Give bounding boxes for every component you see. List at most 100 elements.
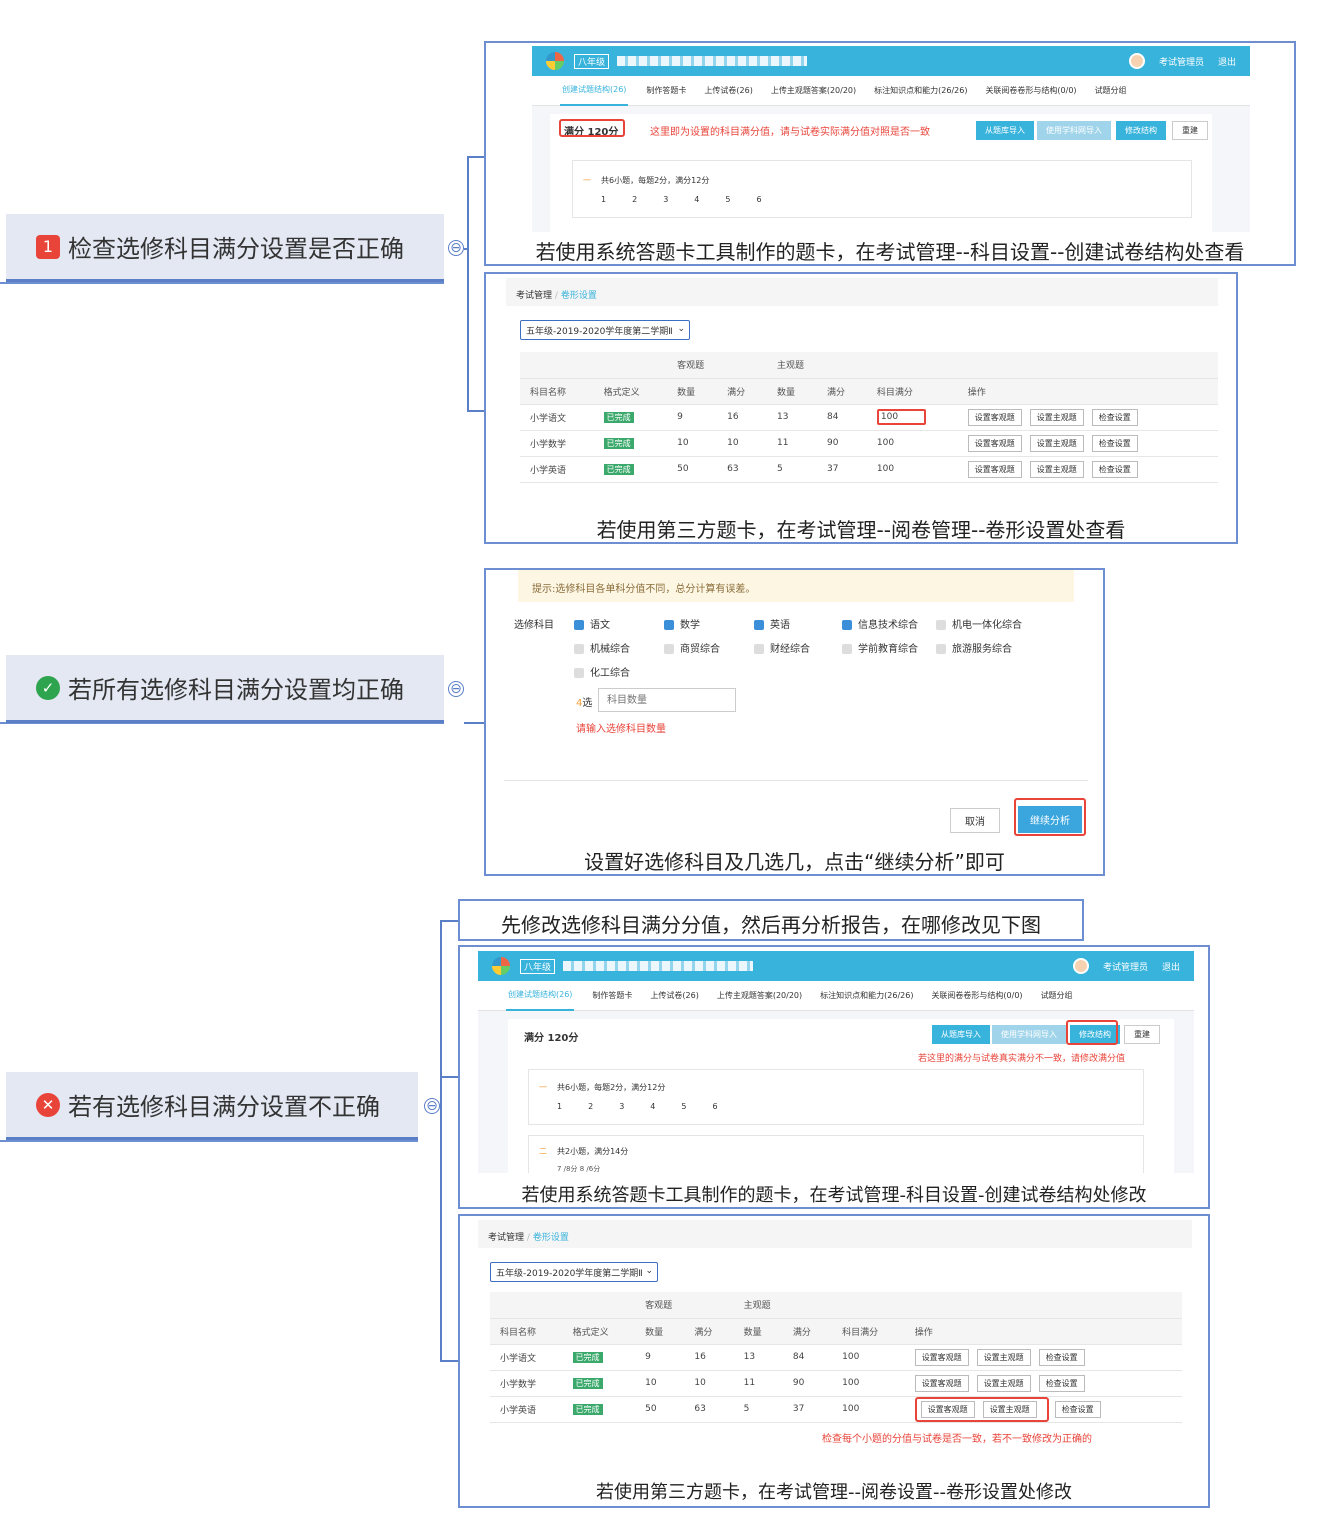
question-num[interactable]: 5 [681, 1102, 686, 1111]
breadcrumb-root[interactable]: 考试管理 [488, 1233, 524, 1243]
subject-checkbox[interactable]: 化工综合 [574, 664, 630, 688]
subject-name: 小学语文 [520, 404, 594, 431]
subject-total-input[interactable]: 100 [876, 409, 927, 425]
chevron-down-icon: ⌄ [677, 324, 685, 334]
table-row: 小学数学 已完成 10 10 11 90 100 设置客观题 设置主观题 检查设置 [490, 1370, 1182, 1397]
elective-label: 选修科目 [514, 620, 554, 631]
question-num[interactable]: 5 [725, 195, 730, 204]
exam-select[interactable]: 五年级-2019-2020学年度第二学期Ⅱ ⌄ [520, 320, 690, 340]
node-underline-3 [0, 1140, 418, 1142]
subject-checkbox[interactable]: 学前教育综合 [842, 640, 936, 664]
set-subjective-button[interactable]: 设置主观题 [1029, 460, 1084, 478]
tab-knowledge[interactable]: 标注知识点和能力(26/26) [874, 85, 967, 96]
breadcrumb-root[interactable]: 考试管理 [516, 291, 552, 301]
question-num[interactable]: 4 [694, 195, 699, 204]
note-modify-score: 若这里的满分与试卷真实满分不一致，请修改满分值 [918, 1054, 1126, 1064]
check-settings-button[interactable]: 检查设置 [1091, 460, 1138, 478]
set-objective-button[interactable]: 设置客观题 [967, 408, 1022, 426]
question-num[interactable]: 6 [756, 195, 761, 204]
screenshot-create-structure-modify: 八年级 考试管理员 退出 创建试题结构(26) 制作答题卡 上传试卷(26) 上传… [478, 951, 1194, 1173]
import-bank-button[interactable]: 从题库导入 [976, 121, 1034, 140]
set-objective-button[interactable]: 设置客观题 [967, 434, 1022, 452]
breadcrumb-separator: / [526, 1233, 530, 1243]
group-header: 主观题 [767, 352, 867, 379]
node-label: 若有选修科目满分设置不正确 [68, 1093, 380, 1121]
tab-link-layout[interactable]: 关联阅卷卷形与结构(0/0) [985, 85, 1076, 96]
check-settings-button[interactable]: 检查设置 [1054, 1400, 1101, 1418]
cell: 13 [767, 404, 817, 431]
question-num[interactable]: 2 [632, 195, 637, 204]
logout-link[interactable]: 退出 [1218, 55, 1236, 68]
tab-create-structure[interactable]: 创建试题结构(26) [506, 980, 575, 1011]
caption: 先修改选修科目满分分值，然后再分析报告，在哪修改见下图 [501, 913, 1041, 937]
cell: 11 [767, 430, 817, 457]
set-subjective-button[interactable]: 设置主观题 [976, 1348, 1031, 1366]
subject-checkbox[interactable]: 语文 [574, 616, 664, 640]
exam-select[interactable]: 五年级-2019-2020学年度第二学期Ⅱ ⌄ [490, 1262, 658, 1282]
question-num[interactable]: 6 [712, 1102, 717, 1111]
subject-checkbox[interactable]: 数学 [664, 616, 754, 640]
cell: 10 [684, 1370, 734, 1397]
set-subjective-button[interactable]: 设置主观题 [976, 1374, 1031, 1392]
subject-name: 小学英语 [490, 1396, 563, 1423]
subject-checkbox[interactable]: 英语 [754, 616, 842, 640]
subject-count-input[interactable] [598, 688, 736, 712]
import-xkw-button[interactable]: 使用学科网导入 [992, 1025, 1066, 1044]
tab-grouping[interactable]: 试题分组 [1041, 990, 1073, 1001]
set-subjective-button[interactable]: 设置主观题 [1029, 408, 1084, 426]
subject-checkbox[interactable]: 机械综合 [574, 640, 664, 664]
section-2: 二 共2小题，满分14分 7 /8分 8 /6分 [528, 1135, 1144, 1173]
set-objective-button[interactable]: 设置客观题 [920, 1400, 975, 1418]
app-header: 八年级 考试管理员 退出 [532, 46, 1250, 76]
tab-make-card[interactable]: 制作答题卡 [646, 85, 686, 96]
cell: 16 [717, 404, 768, 431]
subject-checkboxes: 语文 数学 英语 信息技术综合 机电一体化综合 机械综合 商贸综合 财经综合 学… [574, 616, 1074, 688]
set-objective-button[interactable]: 设置客观题 [914, 1374, 969, 1392]
set-objective-button[interactable]: 设置客观题 [967, 460, 1022, 478]
col-header: 科目名称 [490, 1318, 563, 1345]
tab-upload-paper[interactable]: 上传试卷(26) [650, 990, 698, 1001]
check-settings-button[interactable]: 检查设置 [1038, 1374, 1085, 1392]
tab-upload-answers[interactable]: 上传主观题答案(20/20) [771, 85, 856, 96]
tab-create-structure[interactable]: 创建试题结构(26) [560, 75, 629, 106]
tab-link-layout[interactable]: 关联阅卷卷形与结构(0/0) [931, 990, 1022, 1001]
logout-link[interactable]: 退出 [1162, 960, 1180, 973]
check-settings-button[interactable]: 检查设置 [1038, 1348, 1085, 1366]
caption: 若使用系统答题卡工具制作的题卡，在考试管理--科目设置--创建试卷结构处查看 [535, 240, 1245, 264]
subject-checkbox[interactable]: 机电一体化综合 [936, 616, 1022, 640]
subject-checkbox[interactable]: 信息技术综合 [842, 616, 936, 640]
subject-checkbox[interactable]: 财经综合 [754, 640, 842, 664]
rebuild-button[interactable]: 重建 [1172, 121, 1208, 140]
tab-knowledge[interactable]: 标注知识点和能力(26/26) [820, 990, 913, 1001]
set-subjective-button[interactable]: 设置主观题 [1029, 434, 1084, 452]
collapse-icon[interactable]: ⊖ [448, 240, 464, 256]
cancel-button[interactable]: 取消 [950, 808, 1000, 833]
tab-make-card[interactable]: 制作答题卡 [592, 990, 632, 1001]
subject-checkbox[interactable]: 商贸综合 [664, 640, 754, 664]
panel-elective-settings: 提示:选修科目各单科分值不同，总分计算有误差。 选修科目 语文 数学 英语 信息… [484, 568, 1105, 876]
modify-structure-button[interactable]: 修改结构 [1116, 121, 1166, 140]
tab-grouping[interactable]: 试题分组 [1095, 85, 1127, 96]
question-num[interactable]: 4 [650, 1102, 655, 1111]
col-header: 操作 [957, 378, 1218, 405]
tab-upload-paper[interactable]: 上传试卷(26) [704, 85, 752, 96]
collapse-icon[interactable]: ⊖ [448, 681, 464, 697]
question-num[interactable]: 1 [601, 195, 606, 204]
check-settings-button[interactable]: 检查设置 [1091, 434, 1138, 452]
subject-checkbox[interactable]: 旅游服务综合 [936, 640, 1012, 664]
check-settings-button[interactable]: 检查设置 [1091, 408, 1138, 426]
rebuild-button[interactable]: 重建 [1124, 1025, 1160, 1044]
col-header: 科目满分 [866, 378, 958, 405]
set-objective-button[interactable]: 设置客观题 [914, 1348, 969, 1366]
question-num[interactable]: 3 [663, 195, 668, 204]
import-xkw-button[interactable]: 使用学科网导入 [1037, 121, 1111, 140]
collapse-icon[interactable]: ⊖ [424, 1098, 440, 1114]
tab-upload-answers[interactable]: 上传主观题答案(20/20) [717, 990, 802, 1001]
status-badge: 已完成 [572, 1351, 603, 1363]
question-num[interactable]: 1 [557, 1102, 562, 1111]
question-num[interactable]: 3 [619, 1102, 624, 1111]
set-subjective-button[interactable]: 设置主观题 [982, 1400, 1037, 1418]
import-bank-button[interactable]: 从题库导入 [932, 1025, 990, 1044]
branch-line-1 [467, 156, 469, 412]
question-num[interactable]: 2 [588, 1102, 593, 1111]
